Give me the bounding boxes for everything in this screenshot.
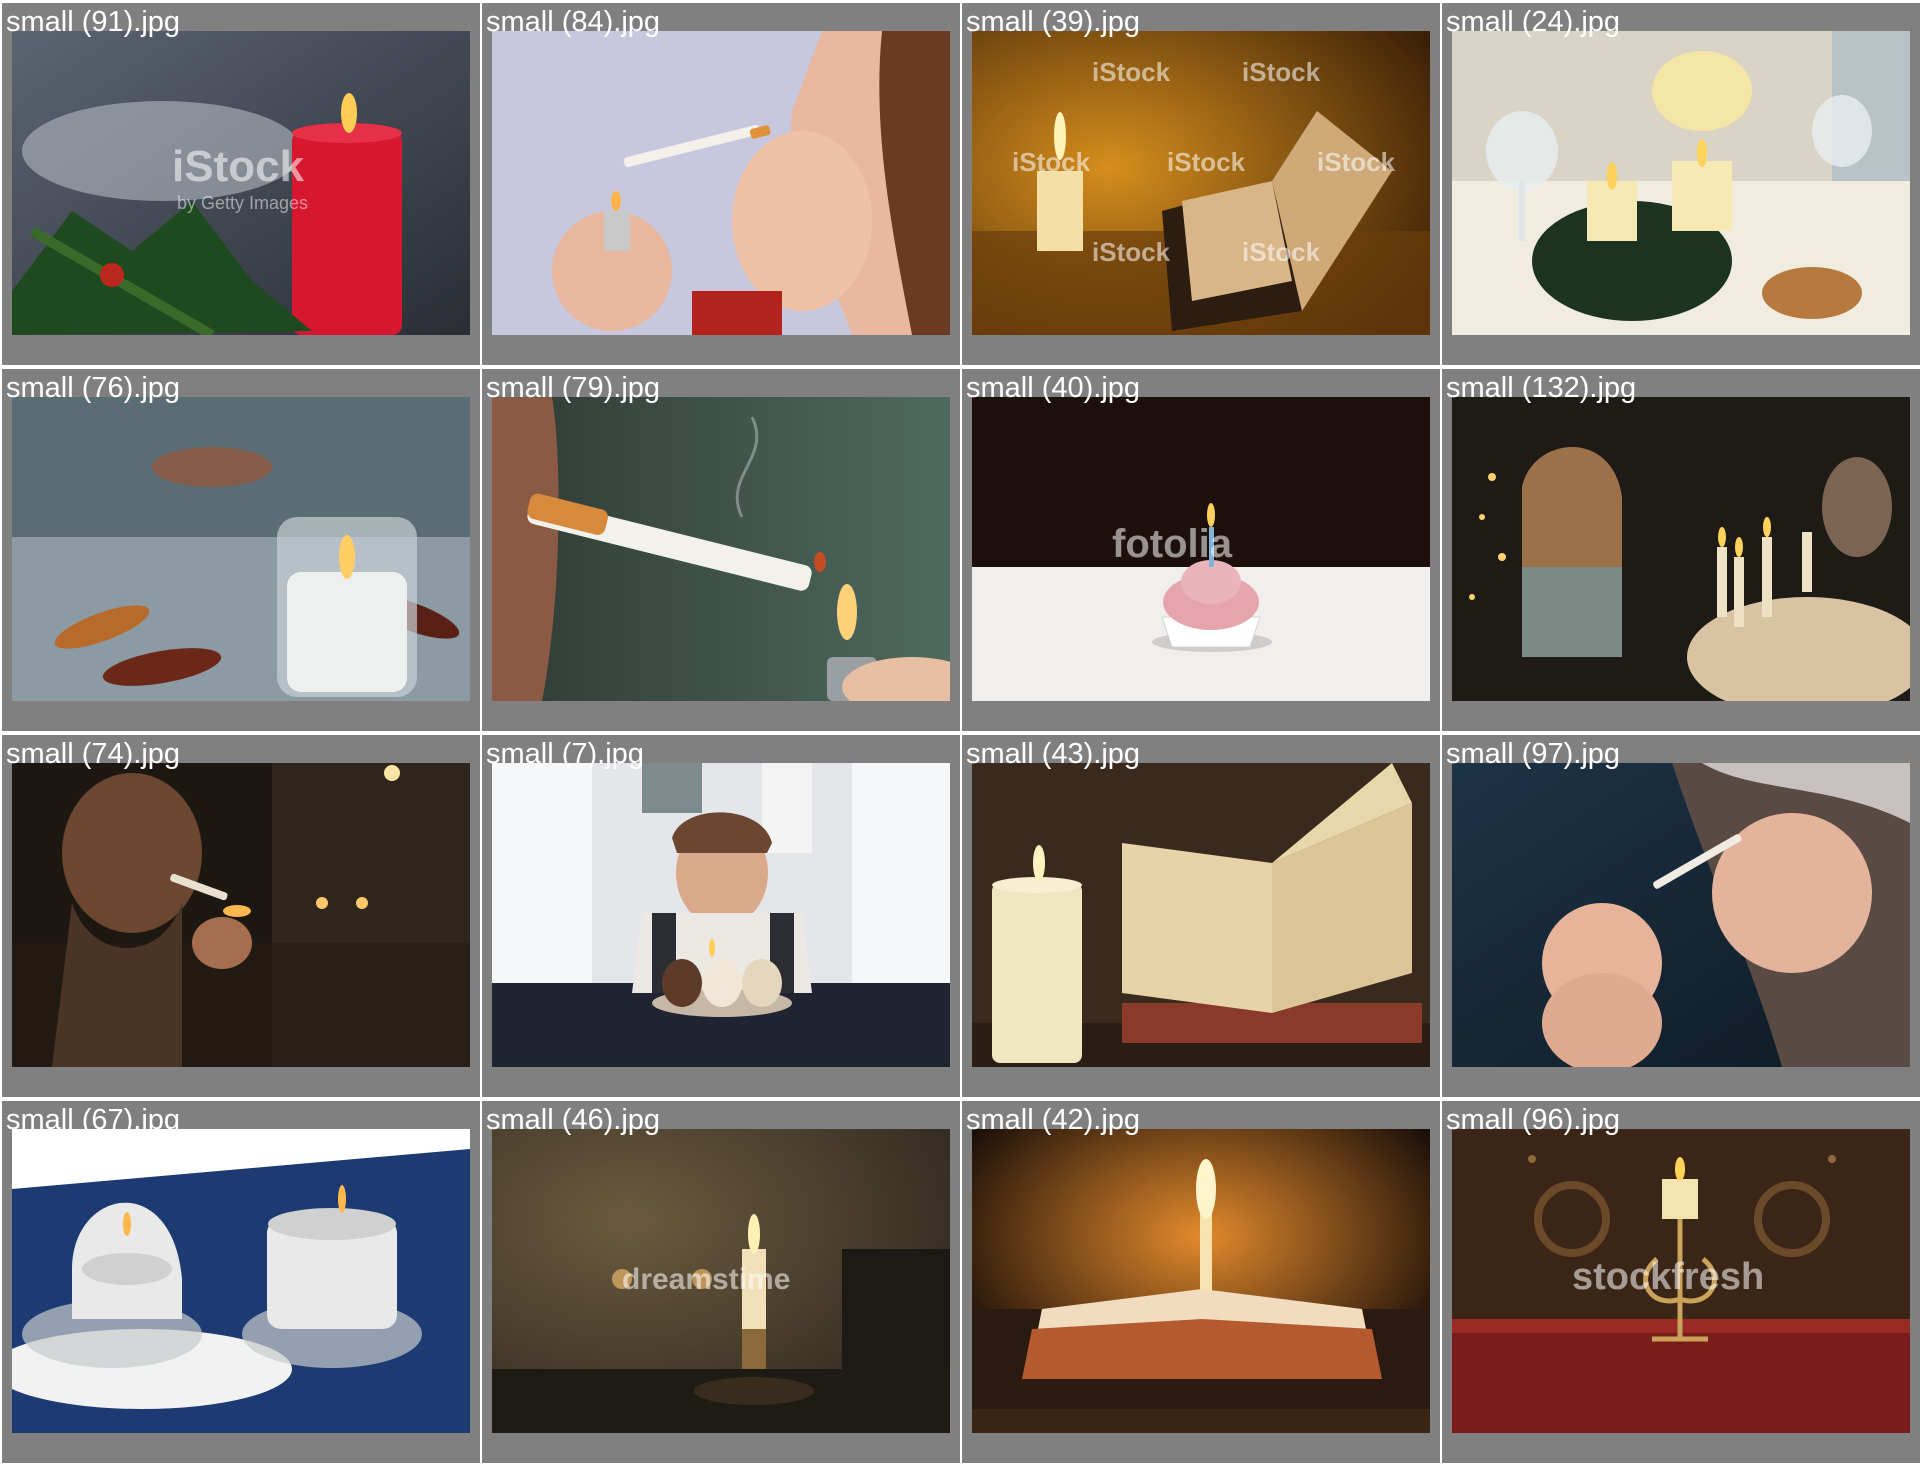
istock-watermark: iStock (1012, 147, 1091, 177)
stockfresh-watermark: stockfresh (1572, 1256, 1764, 1298)
filename-label: small (67).jpg (6, 1104, 181, 1136)
thumbnail-image[interactable]: iStock by Getty Images (12, 31, 470, 335)
thumbnail-tile[interactable]: small (43).jpg (962, 735, 1440, 1097)
thumbnail-tile[interactable]: small (67).jpg (2, 1101, 480, 1463)
thumbnail-tile[interactable]: small (46).jpg dreamstime (482, 1101, 960, 1463)
thumbnail-grid: small (91).jpg iStock by Getty Images sm… (0, 0, 1920, 1464)
thumbnail-tile[interactable]: small (42).jpg (962, 1101, 1440, 1463)
istock-watermark-sub: by Getty Images (177, 193, 308, 213)
filename-label: small (79).jpg (486, 372, 661, 404)
thumbnail-tile[interactable]: small (132).jpg (1442, 369, 1920, 731)
filename-label: small (91).jpg (6, 6, 181, 38)
thumbnail-tile[interactable]: small (84).jpg (482, 3, 960, 365)
filename-label: small (96).jpg (1446, 1104, 1621, 1136)
thumbnail-image[interactable] (492, 763, 950, 1067)
filename-label: small (46).jpg (486, 1104, 661, 1136)
istock-watermark: iStock (1167, 147, 1246, 177)
filename-label: small (42).jpg (966, 1104, 1141, 1136)
istock-watermark: iStock (1242, 57, 1321, 87)
thumbnail-image[interactable]: dreamstime (492, 1129, 950, 1433)
filename-label: small (24).jpg (1446, 6, 1621, 38)
istock-watermark: iStock (1092, 237, 1171, 267)
thumbnail-tile[interactable]: small (74).jpg (2, 735, 480, 1097)
thumbnail-tile[interactable]: small (96).jpg stockfresh (1442, 1101, 1920, 1463)
thumbnail-image[interactable]: stockfresh (1452, 1129, 1910, 1433)
thumbnail-image[interactable] (492, 31, 950, 335)
dreamstime-watermark: dreamstime (622, 1263, 790, 1296)
filename-label: small (76).jpg (6, 372, 181, 404)
filename-label: small (97).jpg (1446, 738, 1621, 770)
thumbnail-image[interactable]: iStock iStock iStock iStock iStock iStoc… (972, 31, 1430, 335)
thumbnail-tile[interactable]: small (24).jpg (1442, 3, 1920, 365)
thumbnail-tile[interactable]: small (91).jpg iStock by Getty Images (2, 3, 480, 365)
thumbnail-image[interactable] (1452, 31, 1910, 335)
filename-label: small (7).jpg (486, 738, 644, 770)
istock-watermark: iStock (1242, 237, 1321, 267)
thumbnail-image[interactable] (972, 1129, 1430, 1433)
istock-watermark: iStock (1092, 57, 1171, 87)
thumbnail-image[interactable] (492, 397, 950, 701)
thumbnail-tile[interactable]: small (39).jpg iStock iStock iStock iSto (962, 3, 1440, 365)
filename-label: small (39).jpg (966, 6, 1141, 38)
thumbnail-image[interactable] (1452, 763, 1910, 1067)
filename-label: small (132).jpg (1446, 372, 1637, 404)
istock-watermark: iStock (172, 142, 305, 191)
filename-label: small (43).jpg (966, 738, 1141, 770)
thumbnail-tile[interactable]: small (40).jpg fotolia (962, 369, 1440, 731)
filename-label: small (74).jpg (6, 738, 181, 770)
filename-label: small (84).jpg (486, 6, 661, 38)
filename-label: small (40).jpg (966, 372, 1141, 404)
thumbnail-image[interactable] (1452, 397, 1910, 701)
thumbnail-image[interactable] (12, 397, 470, 701)
thumbnail-tile[interactable]: small (76).jpg (2, 369, 480, 731)
thumbnail-image[interactable] (972, 763, 1430, 1067)
istock-watermark: iStock (1317, 147, 1396, 177)
thumbnail-tile[interactable]: small (97).jpg (1442, 735, 1920, 1097)
thumbnail-tile[interactable]: small (7).jpg (482, 735, 960, 1097)
thumbnail-tile[interactable]: small (79).jpg (482, 369, 960, 731)
thumbnail-image[interactable] (12, 763, 470, 1067)
thumbnail-image[interactable]: fotolia (972, 397, 1430, 701)
fotolia-watermark: fotolia (1112, 522, 1233, 566)
thumbnail-image[interactable] (12, 1129, 470, 1433)
